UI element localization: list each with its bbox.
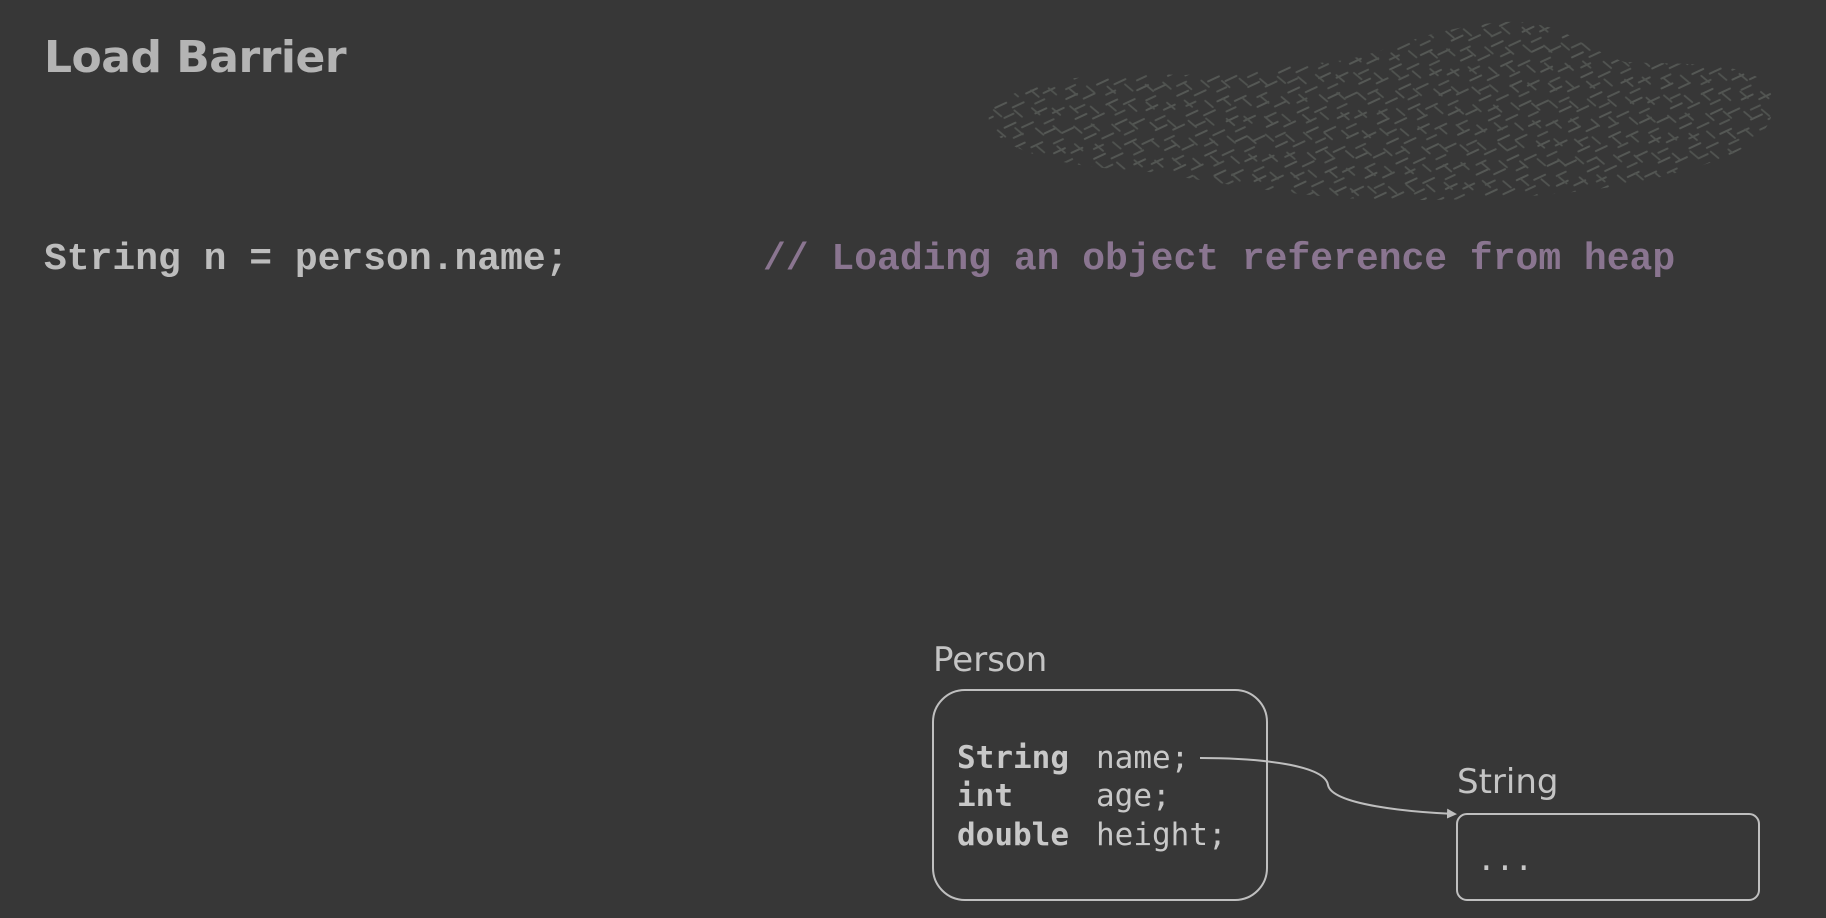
person-field-name-1: age; (1096, 778, 1171, 814)
person-field-type-2: double (957, 817, 1069, 853)
person-field-type-0: String (957, 740, 1069, 776)
person-field-name-0: name; (1096, 740, 1189, 776)
person-field-type-1: int (957, 778, 1013, 814)
object-diagram: String name; int age; double height; ... (932, 689, 1760, 901)
reference-arrow (1199, 757, 1457, 819)
person-field-name-2: height; (1096, 817, 1227, 853)
string-object-content: ... (1477, 842, 1533, 878)
